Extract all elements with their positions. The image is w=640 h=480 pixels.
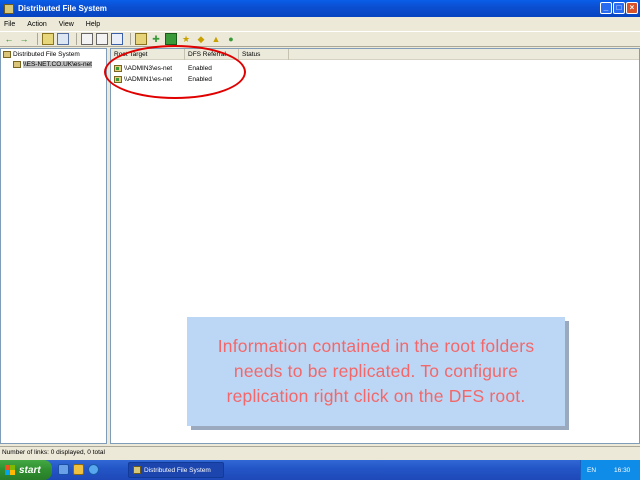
minimize-button[interactable]: _ — [600, 2, 612, 14]
list-header: Root Target DFS Referral Status — [111, 49, 639, 60]
menu-help[interactable]: Help — [86, 21, 100, 28]
toolbar-separator — [130, 33, 131, 45]
maximize-button[interactable]: □ — [613, 2, 625, 14]
taskbar-window-label: Distributed File System — [144, 466, 211, 474]
open-icon[interactable] — [165, 33, 177, 45]
row-referral: Enabled — [188, 75, 212, 83]
tree-root-label: Distributed File System — [13, 51, 80, 58]
row-target: \\ADMIN1\es-net — [111, 75, 185, 83]
filter-icon[interactable]: ◆ — [195, 33, 207, 45]
root-target-icon — [114, 75, 122, 83]
tree-root[interactable]: Distributed File System — [3, 51, 80, 58]
console-tree[interactable]: Distributed File System \\ES-NET.CO.UK\e… — [0, 48, 107, 444]
windows-flag-icon — [5, 465, 15, 475]
explorer-icon[interactable] — [73, 464, 84, 475]
callout-text: Information contained in the root folder… — [217, 336, 535, 406]
title-bar[interactable]: Distributed File System _ □ × — [0, 0, 640, 17]
language-indicator[interactable]: EN — [587, 467, 596, 474]
check-status-icon[interactable]: ★ — [180, 33, 192, 45]
export-icon[interactable] — [96, 33, 108, 45]
column-root-target[interactable]: Root Target — [111, 49, 185, 60]
help-icon[interactable] — [111, 33, 123, 45]
toolbar-separator — [37, 33, 38, 45]
internet-explorer-icon[interactable] — [88, 464, 99, 475]
row-referral: Enabled — [188, 64, 212, 72]
properties-icon[interactable] — [57, 33, 69, 45]
tree-dfs-root-label: \\ES-NET.CO.UK\es-net — [23, 61, 92, 68]
toolbar-separator — [76, 33, 77, 45]
window-controls: _ □ × — [600, 2, 638, 14]
close-button[interactable]: × — [626, 2, 638, 14]
menu-file[interactable]: File — [4, 21, 15, 28]
menu-bar: File Action View Help — [0, 17, 640, 31]
window-title: Distributed File System — [18, 4, 107, 13]
dfs-folder-icon — [3, 51, 11, 58]
row-target-label: \\ADMIN1\es-net — [124, 75, 173, 83]
up-folder-icon[interactable] — [42, 33, 54, 45]
dfs-app-icon — [133, 466, 141, 474]
menu-action[interactable]: Action — [27, 21, 46, 28]
dfs-root-icon — [13, 61, 21, 68]
toolbar: ← → ✚ ★ ◆ ▲ ● — [0, 31, 640, 47]
row-target: \\ADMIN3\es-net — [111, 64, 185, 72]
new-link-icon[interactable]: ✚ — [150, 33, 162, 45]
system-tray: EN 16:30 — [580, 460, 640, 480]
tree-dfs-root[interactable]: \\ES-NET.CO.UK\es-net — [13, 61, 92, 68]
table-row[interactable]: \\ADMIN1\es-net Enabled — [111, 74, 289, 84]
quick-launch — [58, 464, 99, 475]
forward-arrow-icon[interactable]: → — [18, 33, 30, 45]
menu-view[interactable]: View — [59, 21, 74, 28]
taskbar: start Distributed File System EN 16:30 — [0, 460, 640, 480]
clock[interactable]: 16:30 — [614, 467, 630, 474]
start-button[interactable]: start — [0, 460, 52, 480]
status-bar: Number of links: 0 displayed, 0 total — [0, 446, 640, 458]
taskbar-window-button[interactable]: Distributed File System — [128, 462, 224, 478]
refresh-icon[interactable] — [81, 33, 93, 45]
start-label: start — [19, 464, 41, 476]
root-target-icon — [114, 64, 122, 72]
show-hide-icon[interactable]: ● — [225, 33, 237, 45]
replication-icon[interactable]: ▲ — [210, 33, 222, 45]
info-callout: Information contained in the root folder… — [187, 317, 565, 426]
column-dfs-referral[interactable]: DFS Referral — [185, 49, 239, 60]
new-root-icon[interactable] — [135, 33, 147, 45]
row-target-label: \\ADMIN3\es-net — [124, 64, 173, 72]
dfs-app-icon — [4, 3, 14, 14]
table-row[interactable]: \\ADMIN3\es-net Enabled — [111, 63, 289, 73]
column-status[interactable]: Status — [239, 49, 289, 60]
back-arrow-icon[interactable]: ← — [3, 33, 15, 45]
show-desktop-icon[interactable] — [58, 464, 69, 475]
